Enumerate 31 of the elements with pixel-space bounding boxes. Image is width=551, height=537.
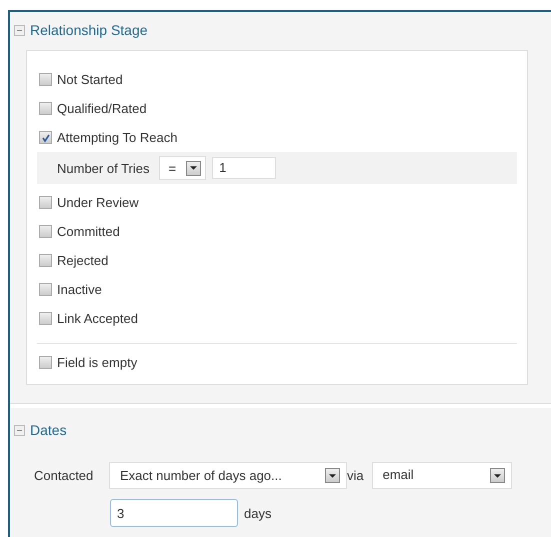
checkbox-label: Rejected — [57, 253, 108, 268]
field-label: Number of Tries — [57, 160, 150, 176]
checkbox-label: Qualified/Rated — [57, 101, 147, 116]
mode-dropdown[interactable]: Exact number of days ago... — [109, 462, 347, 489]
checkbox-label: Under Review — [57, 195, 139, 210]
checkbox-label: Not Started — [57, 72, 123, 87]
checkbox-label: Link Accepted — [57, 311, 138, 326]
checkbox-label: Inactive — [57, 282, 102, 297]
checkbox-label: Field is empty — [57, 355, 138, 370]
checkbox[interactable] — [39, 283, 52, 296]
checkbox[interactable] — [39, 312, 52, 325]
section-title: Relationship Stage — [30, 22, 148, 38]
input-field[interactable]: 3 — [110, 499, 238, 527]
input-field[interactable]: 1 — [212, 157, 276, 179]
checkbox[interactable] — [39, 196, 52, 209]
collapse-icon[interactable] — [14, 24, 25, 36]
checkbox[interactable] — [39, 131, 52, 144]
checkbox-label: Committed — [57, 224, 120, 239]
checkbox[interactable] — [39, 73, 52, 86]
field-label: via — [347, 468, 364, 483]
checkbox-label: Attempting To Reach — [57, 130, 178, 145]
checkbox[interactable] — [39, 225, 52, 238]
operator-dropdown[interactable]: = — [159, 156, 206, 180]
checkbox[interactable] — [39, 356, 52, 369]
via-dropdown[interactable]: email — [372, 462, 512, 489]
field-label: Contacted — [34, 468, 94, 483]
checkbox[interactable] — [39, 102, 52, 115]
checkbox[interactable] — [39, 254, 52, 267]
section-title: Dates — [30, 422, 67, 438]
collapse-icon[interactable] — [14, 424, 25, 436]
field-label: days — [244, 506, 272, 520]
